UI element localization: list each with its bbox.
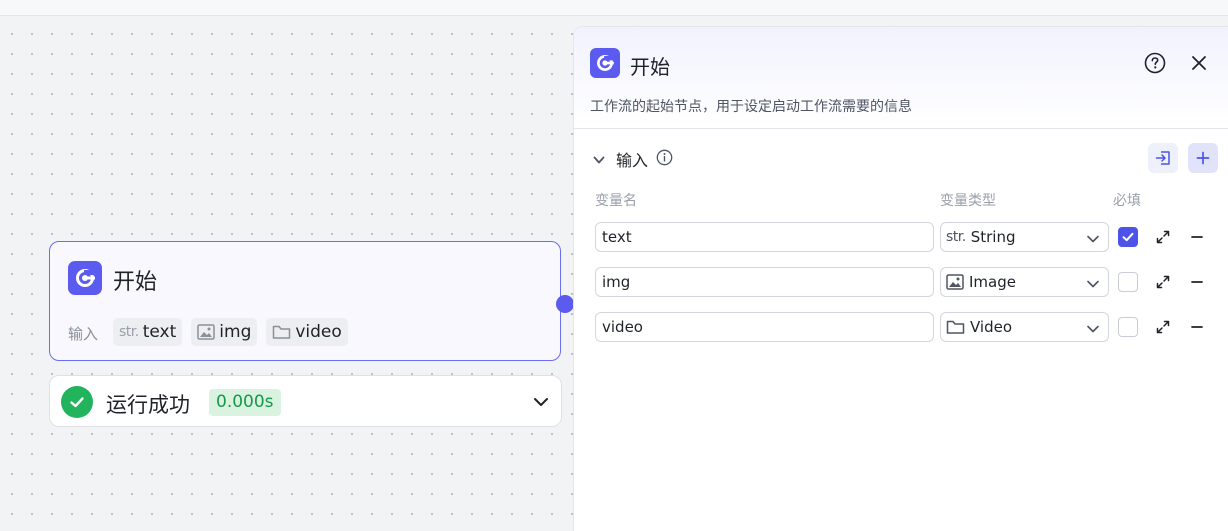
section-collapse-chevron-icon[interactable] [592, 152, 606, 171]
variable-type-label: Image [969, 273, 1016, 291]
folder-icon [946, 319, 965, 335]
variable-row: Video [574, 312, 1228, 342]
plus-icon [1196, 151, 1210, 165]
add-variable-button[interactable] [1188, 143, 1218, 173]
input-chip-label: video [295, 322, 342, 342]
folder-icon [272, 324, 291, 340]
str-icon: str. [946, 229, 966, 245]
start-node-input-label: 输入 [68, 325, 99, 343]
variable-type-label: String [970, 228, 1016, 246]
import-variables-button[interactable] [1148, 143, 1178, 173]
import-icon [1155, 151, 1170, 165]
input-chip-img: img [191, 318, 258, 346]
start-node-title: 开始 [113, 270, 158, 295]
input-chip-label: img [219, 322, 252, 342]
variable-name-input[interactable] [595, 222, 934, 252]
panel-description: 工作流的起始节点，用于设定启动工作流需要的信息 [590, 99, 912, 115]
info-icon[interactable] [656, 149, 673, 170]
expand-icon[interactable] [1155, 319, 1171, 339]
panel-title: 开始 [630, 55, 670, 79]
check-icon [1122, 232, 1134, 242]
image-icon [197, 324, 216, 340]
panel-logo-icon [590, 48, 620, 78]
start-node[interactable]: 开始 输入 str. text img video [49, 241, 561, 361]
expand-icon[interactable] [1155, 229, 1171, 249]
run-result-bar[interactable]: 运行成功 0.000s [49, 375, 562, 427]
chevron-down-icon [1086, 321, 1100, 340]
variable-row: str. String [574, 222, 1228, 252]
top-bar [0, 0, 1228, 16]
variable-type-select[interactable]: Video [940, 312, 1109, 342]
input-chip-label: text [142, 322, 177, 342]
node-config-panel: 开始 工作流的起始节点，用于设定启动工作流需要的信息 输入 变量名 变量类型 必… [573, 26, 1228, 531]
str-icon: str. [119, 324, 139, 340]
help-icon[interactable] [1144, 52, 1166, 78]
run-duration-badge: 0.000s [209, 389, 281, 416]
remove-variable-icon[interactable] [1189, 229, 1205, 249]
close-icon[interactable] [1190, 54, 1208, 76]
column-header-name: 变量名 [595, 193, 637, 209]
success-check-icon [61, 386, 93, 418]
required-checkbox[interactable] [1118, 272, 1138, 292]
input-chip-text: str. text [113, 318, 183, 346]
input-chip-video: video [266, 318, 348, 346]
column-header-required: 必填 [1113, 193, 1141, 209]
output-handle[interactable] [556, 295, 574, 313]
chevron-down-icon [1086, 276, 1100, 295]
variable-name-input[interactable] [595, 312, 934, 342]
column-header-type: 变量类型 [940, 193, 996, 209]
start-node-logo-icon [68, 261, 102, 295]
chevron-down-icon[interactable] [531, 392, 551, 416]
variable-name-input[interactable] [595, 267, 934, 297]
start-node-inputs: str. text img video [113, 318, 348, 346]
run-status-text: 运行成功 [106, 393, 190, 417]
variable-type-select[interactable]: Image [940, 267, 1109, 297]
image-icon [946, 274, 964, 290]
input-section-title: 输入 [616, 151, 649, 170]
chevron-down-icon [1086, 231, 1100, 250]
variable-type-label: Video [970, 318, 1013, 336]
variable-type-select[interactable]: str. String [940, 222, 1109, 252]
required-checkbox[interactable] [1118, 317, 1138, 337]
expand-icon[interactable] [1155, 274, 1171, 294]
variable-row: Image [574, 267, 1228, 297]
remove-variable-icon[interactable] [1189, 319, 1205, 339]
required-checkbox[interactable] [1118, 227, 1138, 247]
remove-variable-icon[interactable] [1189, 274, 1205, 294]
